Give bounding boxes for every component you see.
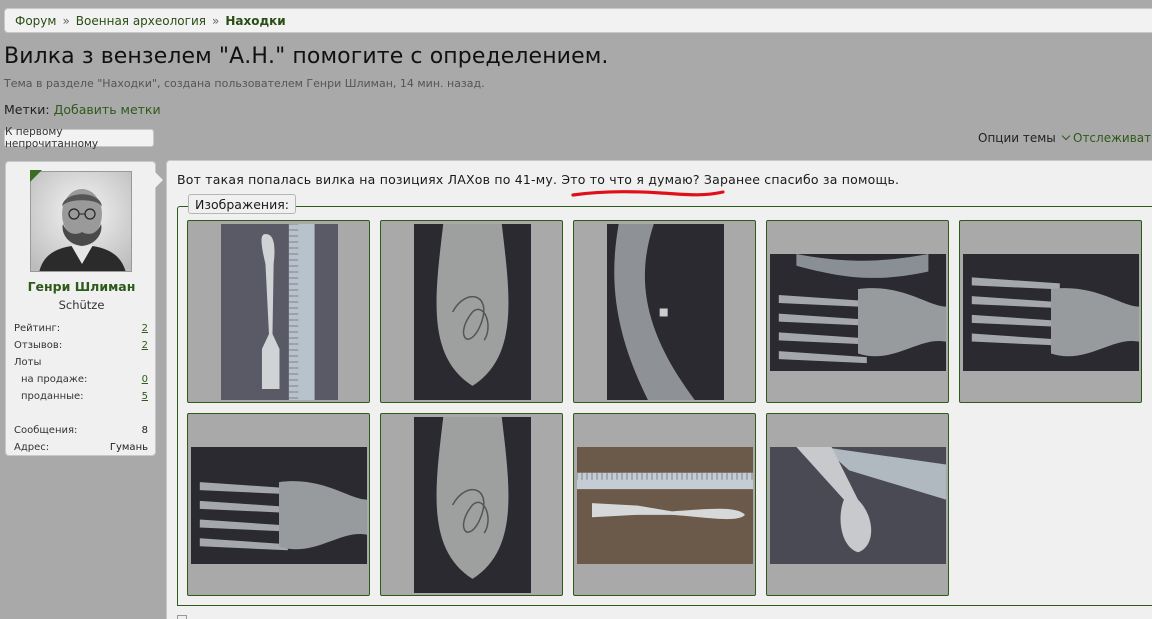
attachments-label: Изображения:: [188, 194, 296, 214]
user-stat-label: Отзывов:: [14, 340, 63, 351]
thread-options-label: Опции темы: [978, 131, 1056, 145]
user-stat-value[interactable]: 5: [142, 391, 148, 402]
avatar[interactable]: [30, 171, 132, 272]
red-underline-annotation: [571, 190, 725, 197]
first-unread-button[interactable]: К первому непрочитанному: [4, 126, 154, 150]
user-card-arrow: [155, 172, 163, 188]
post-message: Вот такая попалась вилка на позициях ЛАХ…: [177, 172, 899, 187]
attachment-image: [770, 254, 946, 371]
attachment-image: [770, 447, 946, 564]
attachment-thumbnail-fork-handle-monogram[interactable]: [380, 220, 563, 403]
select-checkbox[interactable]: [177, 615, 187, 619]
user-stat-row: на продаже: 0: [14, 371, 148, 388]
username[interactable]: Генри Шлиман: [6, 279, 157, 294]
watch-thread-link[interactable]: Отслеживать тему: [1073, 131, 1152, 145]
user-stat-row: Рейтинг: 2: [14, 320, 148, 337]
attachment-image: [963, 254, 1139, 371]
attachment-thumbnail-fork-with-ruler-horizontal[interactable]: [573, 413, 756, 596]
attachment-image: [607, 224, 724, 400]
user-stat-row: Отзывов: 2: [14, 337, 148, 354]
page-title: Вилка з вензелем "А.Н." помогите с опред…: [4, 44, 609, 69]
user-stat-row: [14, 405, 148, 422]
chevron-down-icon: [1061, 131, 1071, 141]
user-stat-row: проданные: 5: [14, 388, 148, 405]
attachment-thumbnail-fork-with-ruler-vertical[interactable]: [187, 220, 370, 403]
attachment-thumbnail-fork-on-ruler-diagonal[interactable]: [766, 413, 949, 596]
breadcrumb-forum[interactable]: Форум: [15, 14, 56, 28]
user-stat-value: Гумань: [109, 442, 148, 453]
user-title: Schütze: [58, 298, 105, 312]
attachment-image: [191, 447, 367, 564]
user-stat-label: на продаже:: [21, 374, 88, 385]
attachment-image: [414, 224, 531, 400]
user-stat-value[interactable]: 2: [142, 323, 148, 334]
user-stat-label: проданные:: [21, 391, 84, 402]
breadcrumb-current[interactable]: Находки: [225, 14, 285, 28]
attachment-thumbnail-fork-handle-monogram-2[interactable]: [380, 413, 563, 596]
user-stat-value[interactable]: 2: [142, 340, 148, 351]
breadcrumb-separator: »: [62, 13, 70, 28]
attachment-thumbnail-fork-side-hallmark[interactable]: [573, 220, 756, 403]
user-card: Генри Шлиман Schütze Рейтинг: 2 Отзывов: 2 Л…: [5, 161, 163, 456]
breadcrumb-separator: »: [211, 13, 220, 28]
add-tags-link[interactable]: Добавить метки: [54, 102, 161, 117]
online-status-mark: [30, 170, 42, 182]
thread-options-menu[interactable]: Опции темы: [978, 131, 1071, 145]
post-text-end: Заранее спасибо за помощь.: [699, 172, 900, 187]
user-stat-label: Рейтинг:: [14, 323, 61, 334]
attachment-image: [221, 224, 338, 400]
user-stat-row: Сообщения: 8: [14, 422, 148, 439]
attachment-thumbnail-fork-tines-mark[interactable]: [187, 413, 370, 596]
breadcrumb-military-archaeology[interactable]: Военная археология: [76, 14, 206, 28]
user-stats: Рейтинг: 2 Отзывов: 2 Лоты на продаже: 0 продан…: [14, 320, 148, 456]
attachment-image: [577, 447, 753, 564]
user-stat-label: Лоты: [14, 357, 42, 368]
post-text-highlight: Это то что я думаю?: [561, 172, 700, 187]
user-stat-label: Сообщения:: [14, 425, 78, 436]
post-body: Вот такая попалась вилка на позициях ЛАХ…: [166, 160, 1152, 619]
breadcrumb: Форум » Военная археология » Находки: [4, 8, 1152, 33]
attachment-thumbnail-fork-tines-closeup[interactable]: [766, 220, 949, 403]
user-stat-label: Адрес:: [14, 442, 50, 453]
thread-description: Тема в разделе "Находки", создана пользо…: [4, 77, 485, 90]
user-stat-row: Адрес: Гумань: [14, 439, 148, 456]
tags-label: Метки:: [4, 102, 50, 117]
attachment-image: [414, 417, 531, 593]
user-stat-row: Лоты: [14, 354, 148, 371]
user-stat-value[interactable]: 0: [142, 374, 148, 385]
post-text-start: Вот такая попалась вилка на позициях ЛАХ…: [177, 172, 562, 187]
tags-line: Метки: Добавить метки: [4, 102, 161, 117]
user-stat-value: 8: [141, 425, 148, 436]
attachment-thumbnail-fork-tines-angle[interactable]: [959, 220, 1142, 403]
